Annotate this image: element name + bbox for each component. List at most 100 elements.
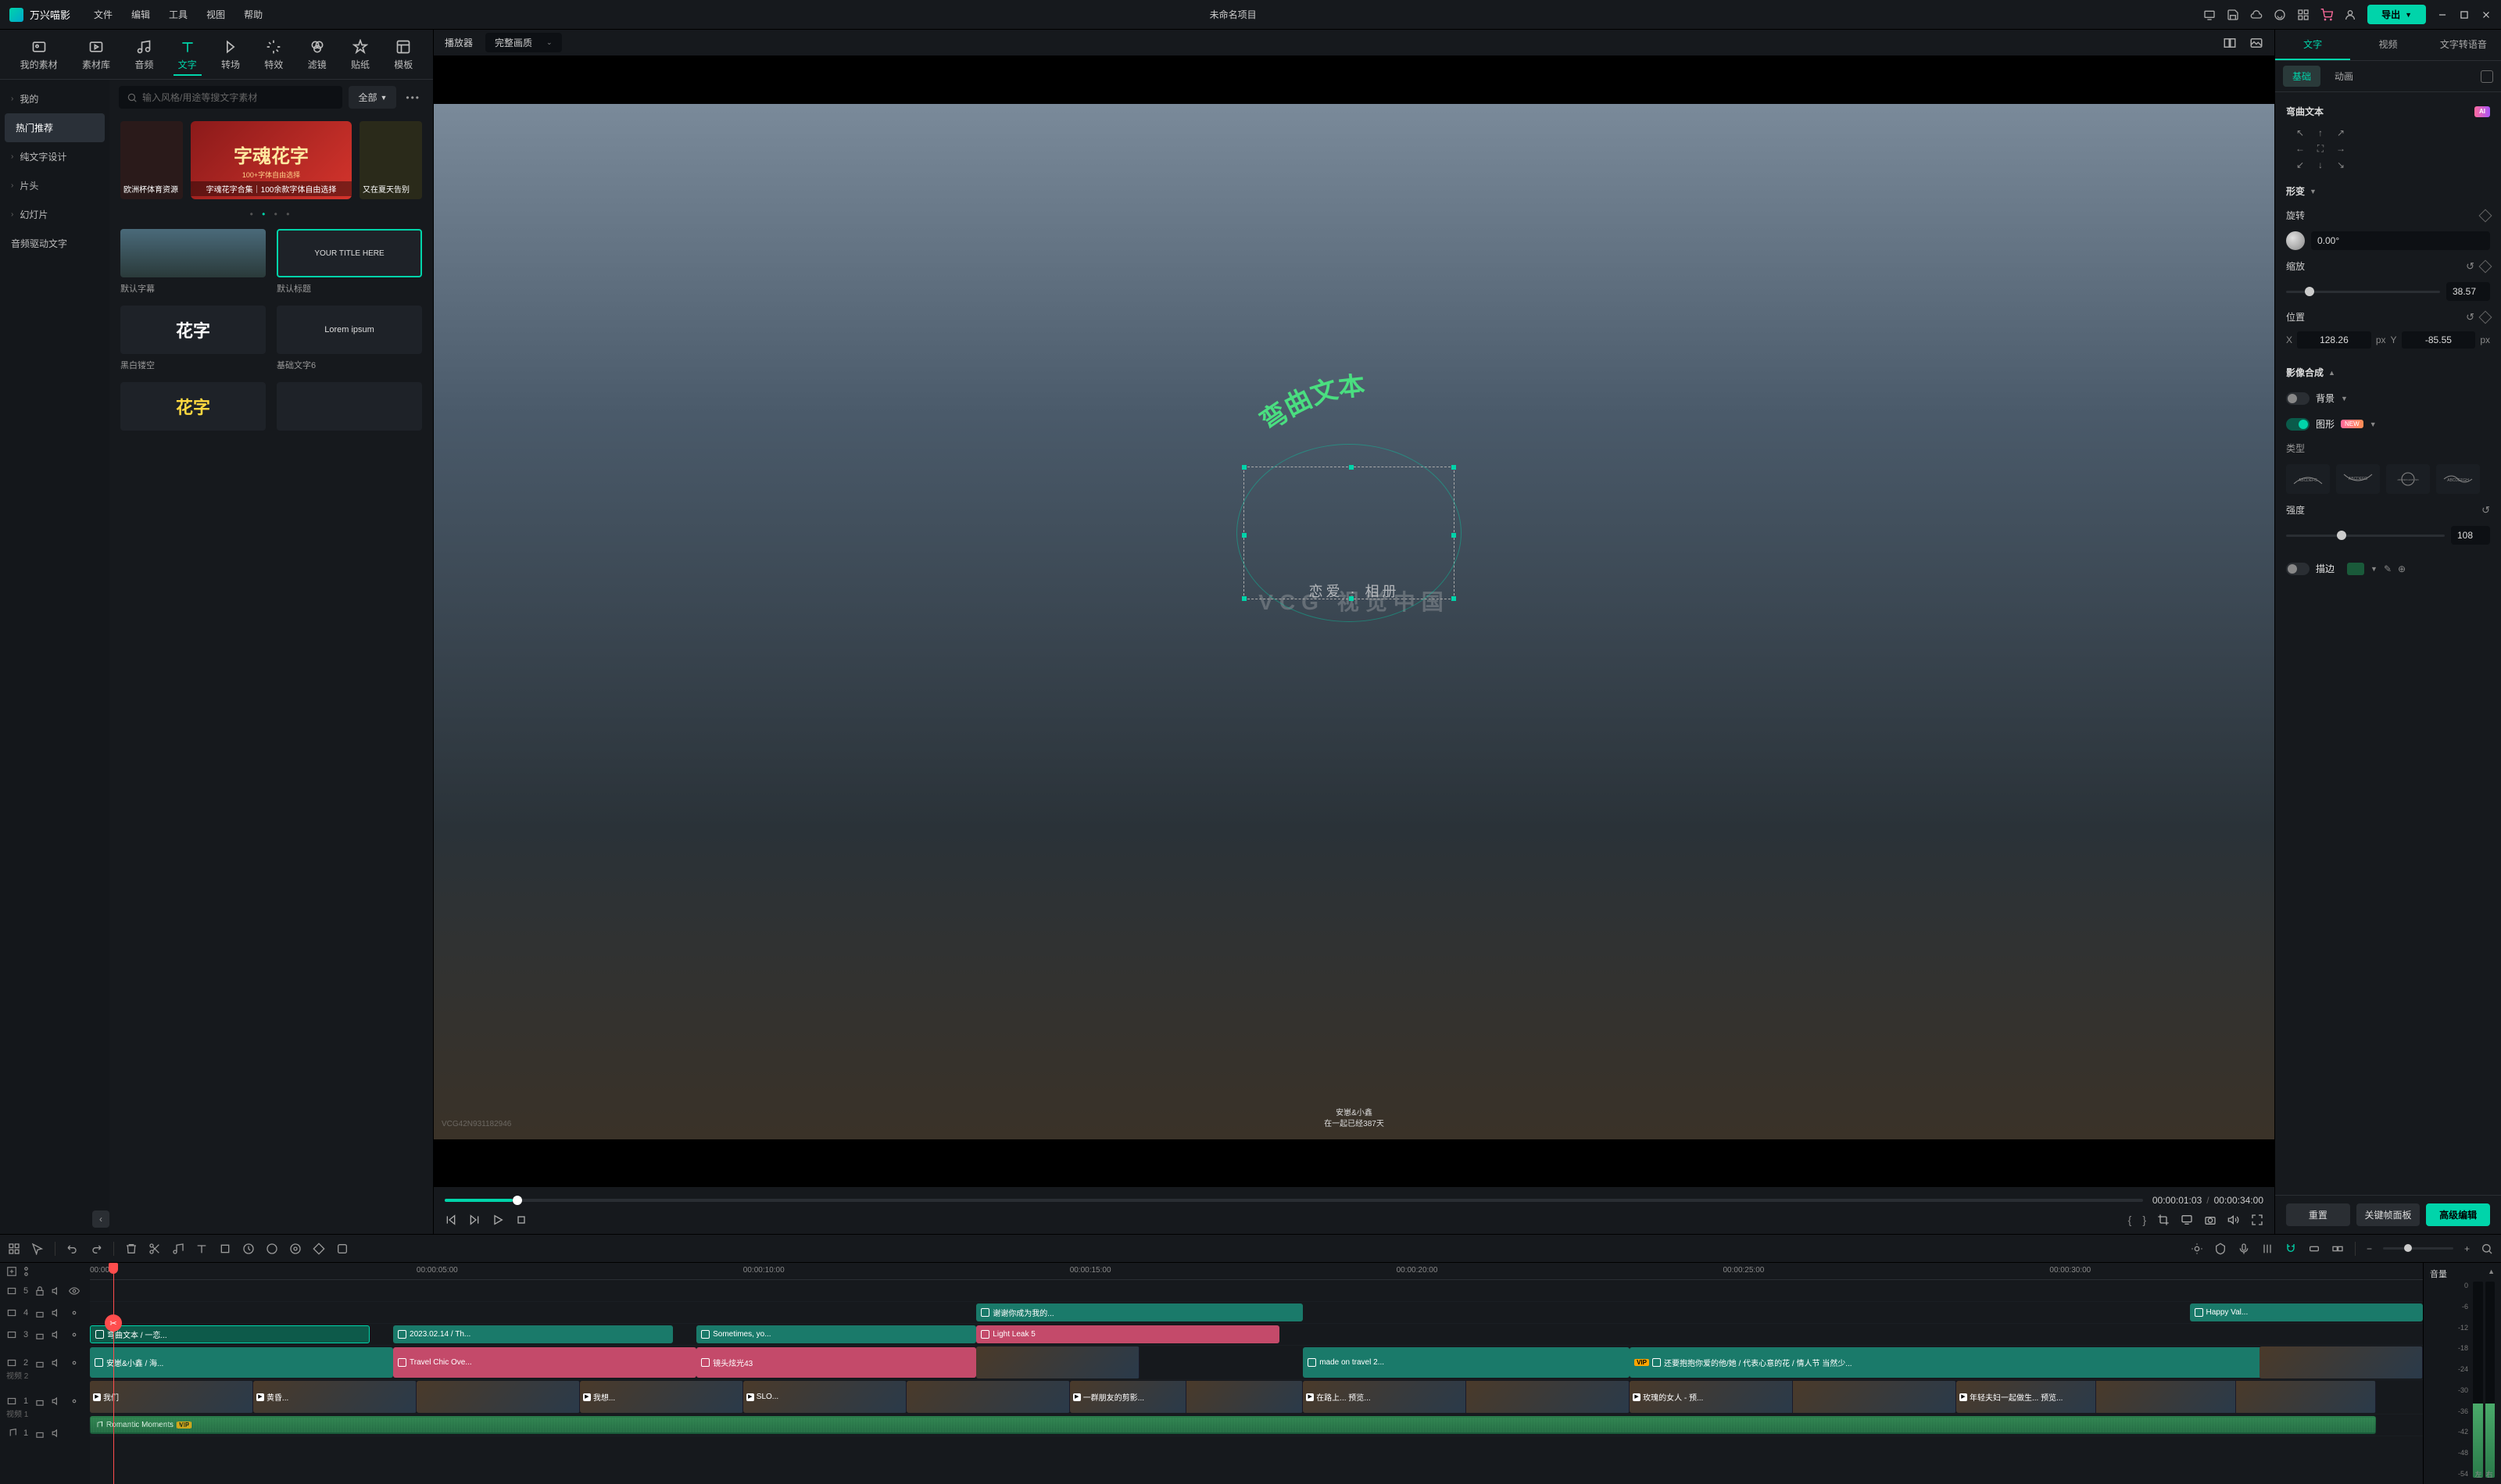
track-3[interactable]: 弯曲文本 / 一恋... 2023.02.14 / Th... Sometime… <box>90 1324 2423 1346</box>
zoom-slider[interactable] <box>2383 1247 2453 1250</box>
kf-position[interactable] <box>2479 310 2492 324</box>
eye-icon[interactable] <box>69 1357 80 1368</box>
clip[interactable]: ▶我想... <box>580 1381 743 1413</box>
template-huazi-yellow[interactable]: 花字 <box>120 382 266 435</box>
sub-basic[interactable]: 基础 <box>2283 66 2320 87</box>
lock-icon[interactable] <box>34 1396 45 1407</box>
strength-input[interactable]: 108 <box>2451 526 2490 545</box>
toggle-stroke[interactable] <box>2286 563 2310 575</box>
save-icon[interactable] <box>2227 9 2239 21</box>
clip[interactable]: ▶玫瑰的女人 - 预... <box>1630 1381 1956 1413</box>
menu-tools[interactable]: 工具 <box>169 8 188 21</box>
snapshot-compare-icon[interactable] <box>2223 36 2237 50</box>
picture-icon[interactable] <box>2249 36 2263 50</box>
clip[interactable]: 谢谢你成为我的... <box>976 1303 1303 1321</box>
menu-view[interactable]: 视图 <box>206 8 225 21</box>
align-l[interactable]: ← <box>2292 143 2308 155</box>
video-preview[interactable]: 弯曲文本 恋爱 · 相册 VCG 视觉中国 VCG42N931182946 安崽… <box>434 104 2274 1139</box>
menu-help[interactable]: 帮助 <box>244 8 263 21</box>
menu-edit[interactable]: 编辑 <box>131 8 150 21</box>
toggle-background[interactable] <box>2286 392 2310 405</box>
cart-icon[interactable] <box>2320 9 2333 21</box>
scrub-bar[interactable] <box>445 1199 2143 1202</box>
template-basic-6[interactable]: Lorem ipsum基础文字6 <box>277 306 422 371</box>
mute-icon[interactable] <box>52 1286 63 1296</box>
tl-layout-icon[interactable] <box>8 1243 20 1255</box>
tab-effects[interactable]: 特效 <box>259 36 288 76</box>
support-icon[interactable] <box>2274 9 2286 21</box>
strength-slider[interactable] <box>2286 535 2445 537</box>
clip[interactable]: Sometimes, yo... <box>696 1325 976 1343</box>
cut-track-icon[interactable] <box>23 1266 34 1277</box>
export-button[interactable]: 导出▼ <box>2367 5 2426 24</box>
stroke-edit-icon[interactable]: ✎ <box>2384 563 2392 574</box>
lock-icon[interactable] <box>34 1329 45 1340</box>
side-audio-driven[interactable]: 音频驱动文字 <box>0 229 109 258</box>
pos-y-input[interactable]: -85.55 <box>2402 331 2476 349</box>
stroke-add-icon[interactable]: ⊕ <box>2398 563 2406 574</box>
apps-icon[interactable] <box>2297 9 2310 21</box>
ripple-icon[interactable] <box>2331 1243 2344 1255</box>
align-tr[interactable]: ↗ <box>2333 127 2349 138</box>
tab-text[interactable]: 文字 <box>174 36 202 76</box>
clip[interactable] <box>2259 1346 2423 1379</box>
sub-animation[interactable]: 动画 <box>2325 66 2363 87</box>
side-my[interactable]: ›我的 <box>0 84 109 113</box>
mute-icon[interactable] <box>52 1307 63 1318</box>
mute-icon[interactable] <box>52 1396 63 1407</box>
side-popular[interactable]: 热门推荐 <box>5 113 105 142</box>
tl-cursor-icon[interactable] <box>31 1243 44 1255</box>
clip[interactable] <box>417 1381 580 1413</box>
rotation-input[interactable]: 0.00° <box>2311 231 2490 250</box>
scale-slider[interactable] <box>2286 291 2440 293</box>
mute-icon[interactable] <box>52 1357 63 1368</box>
reset-position-icon[interactable]: ↺ <box>2466 311 2474 324</box>
track-tool-icon[interactable] <box>289 1243 302 1255</box>
clip[interactable]: ▶黄昏... <box>253 1381 417 1413</box>
clip[interactable]: 安崽&小鑫 / 海... <box>90 1347 393 1378</box>
track-audio-1[interactable]: Romantic MomentsVIP <box>90 1414 2423 1436</box>
banner-main[interactable]: 字魂花字 100+字体自由选择 字魂花字合集｜100余款字体自由选择 <box>191 121 352 199</box>
tab-stock[interactable]: 素材库 <box>77 36 115 76</box>
menu-file[interactable]: 文件 <box>94 8 113 21</box>
camera-icon[interactable] <box>2204 1214 2217 1226</box>
zoom-out-icon[interactable]: − <box>2367 1243 2372 1254</box>
reset-button[interactable]: 重置 <box>2286 1203 2350 1226</box>
playhead[interactable]: ✂ <box>113 1263 114 1484</box>
ai-icon[interactable]: AI <box>2474 106 2490 117</box>
mask-icon[interactable] <box>336 1243 349 1255</box>
fullscreen-icon[interactable] <box>2251 1214 2263 1226</box>
reset-strength-icon[interactable]: ↺ <box>2481 504 2490 517</box>
prev-frame-icon[interactable] <box>445 1214 457 1226</box>
selection-box[interactable] <box>1243 467 1454 599</box>
clip[interactable]: ▶我们 <box>90 1381 253 1413</box>
pos-x-input[interactable]: 128.26 <box>2297 331 2371 349</box>
undo-icon[interactable] <box>66 1243 79 1255</box>
crop-tool-icon[interactable] <box>219 1243 231 1255</box>
lock-icon[interactable] <box>34 1428 45 1439</box>
align-r[interactable]: → <box>2333 143 2349 155</box>
track-1[interactable]: ▶我们 ▶黄昏... ▶我想... ▶SLO... ▶一群朋友的剪影... ▶在… <box>90 1380 2423 1414</box>
clip[interactable]: 镜头炫光43 <box>696 1347 976 1378</box>
razor-icon[interactable]: ✂ <box>105 1314 122 1332</box>
tab-transition[interactable]: 转场 <box>216 36 245 76</box>
mic-icon[interactable] <box>2238 1243 2250 1255</box>
display-icon[interactable] <box>2181 1214 2193 1226</box>
template-default-title[interactable]: YOUR TITLE HERE默认标题 <box>277 229 422 295</box>
minimize-icon[interactable] <box>2437 9 2448 20</box>
clip[interactable]: ▶在路上... 预览... <box>1303 1381 1630 1413</box>
align-br[interactable]: ↘ <box>2333 159 2349 170</box>
track-5[interactable] <box>90 1280 2423 1302</box>
search-input[interactable]: 输入风格/用途等搜文字素材 <box>119 86 342 109</box>
track-2[interactable]: 安崽&小鑫 / 海... Travel Chic Ove... 镜头炫光43 m… <box>90 1346 2423 1380</box>
insp-tab-tts[interactable]: 文字转语音 <box>2426 30 2501 60</box>
volume-icon[interactable] <box>2227 1214 2240 1226</box>
zoom-fit-icon[interactable] <box>2481 1243 2493 1255</box>
tab-filters[interactable]: 滤镜 <box>303 36 331 76</box>
eye-icon[interactable] <box>69 1307 80 1318</box>
maximize-icon[interactable] <box>2459 9 2470 20</box>
next-frame-icon[interactable] <box>468 1214 481 1226</box>
play-icon[interactable] <box>492 1214 504 1226</box>
lock-icon[interactable] <box>34 1357 45 1368</box>
auto-icon[interactable] <box>2191 1243 2203 1255</box>
